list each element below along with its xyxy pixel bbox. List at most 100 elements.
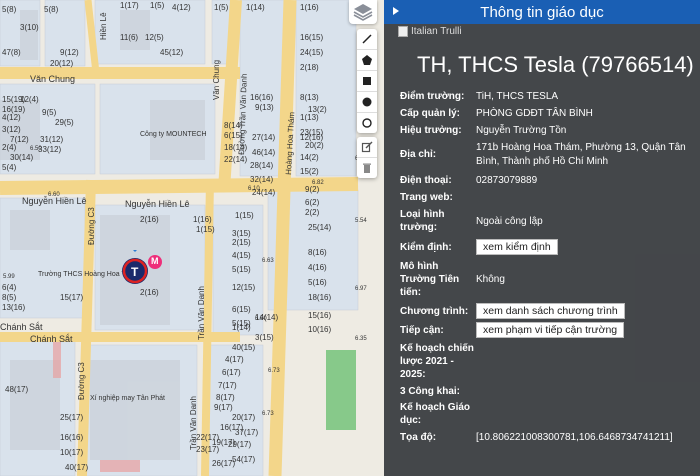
lot-number: 32(14)	[250, 175, 273, 184]
school-marker[interactable]: T M	[119, 246, 163, 290]
spot-height: 6.60	[48, 192, 60, 198]
field-label: Địa chỉ:	[400, 149, 437, 160]
street-label: Đường C3	[77, 362, 86, 400]
view-access-scope-button[interactable]: xem phạm vi tiếp cận trường	[476, 322, 625, 338]
polygon-tool[interactable]	[357, 50, 377, 71]
collapse-arrow-icon[interactable]	[392, 6, 400, 16]
coordinates-value: [10.806221008300781,106.6468734741211]	[476, 432, 673, 443]
lot-number: 4(16)	[308, 263, 327, 272]
lot-number: 9(5)	[42, 108, 57, 117]
lot-number: 27(14)	[252, 133, 275, 142]
school-title: TH, THCS Tesla (79766514)	[417, 52, 694, 77]
edit-tool[interactable]	[357, 137, 377, 158]
field-label: Kế hoạch chiến lược 2021 - 2025:	[400, 343, 474, 380]
lot-number: 8(16)	[308, 248, 327, 257]
field-label: Tiếp cận:	[400, 324, 444, 336]
field-value: Ngoài công lập	[476, 215, 543, 227]
spot-height: 6.50	[30, 146, 42, 152]
field-label: Tọa độ:	[400, 432, 437, 443]
panel-header: Thông tin giáo dục	[384, 0, 700, 24]
lot-number: 2(2)	[305, 208, 320, 217]
lot-number: 3(12)	[2, 125, 21, 134]
spot-height: 6.10	[248, 186, 260, 192]
field-value: TiH, THCS TESLA	[476, 91, 559, 102]
polygon-icon	[362, 55, 372, 65]
lot-number: 6(15)	[224, 131, 243, 140]
lot-number: 15(16)	[308, 311, 331, 320]
lot-number: 16(19)	[2, 105, 25, 114]
street-label: Trần Văn Danh	[197, 286, 206, 340]
lot-number: 20(17)	[232, 413, 255, 422]
lot-number: 18(16)	[308, 293, 331, 302]
lot-number: 46(14)	[252, 148, 275, 157]
lot-number: 30(14)	[10, 153, 33, 162]
layers-button[interactable]	[349, 0, 377, 24]
panel-title: Thông tin giáo dục	[480, 3, 604, 21]
lot-number: 22(14)	[224, 155, 247, 164]
lot-number: 4(12)	[2, 113, 21, 122]
lot-number: 1(15)	[235, 211, 254, 220]
field-value	[476, 191, 696, 204]
edit-icon	[361, 141, 373, 153]
lot-number: 1(5)	[150, 1, 165, 10]
spot-height: 6.50	[255, 316, 267, 322]
field-value	[476, 342, 696, 381]
circle-icon	[362, 97, 372, 107]
circle-marker-tool[interactable]	[357, 113, 377, 133]
polyline-tool[interactable]	[357, 29, 377, 50]
marker-badge: M	[151, 256, 159, 266]
lot-number: 20(2)	[305, 141, 324, 150]
field-value: 171b Hoàng Hoa Thám, Phường 13, Quận Tân…	[476, 142, 686, 167]
street-label: Đường C3	[87, 207, 96, 245]
view-accreditation-button[interactable]: xem kiểm định	[476, 239, 558, 255]
field-label: Điểm trường:	[400, 91, 465, 102]
lot-number: 13(16)	[2, 303, 25, 312]
field-label: Cấp quản lý:	[400, 108, 461, 119]
lot-number: 18(14)	[224, 143, 247, 152]
lot-number: 10(17)	[60, 448, 83, 457]
lot-number: 29(5)	[55, 118, 74, 127]
education-info-panel: Thông tin giáo dục Italian Trulli TH, TH…	[384, 0, 700, 476]
lot-number: 12(4)	[20, 95, 39, 104]
lot-number: 9(13)	[255, 103, 274, 112]
lot-number: 47(8)	[2, 48, 21, 57]
lot-number: 48(17)	[5, 385, 28, 394]
field-label: Hiệu trưởng:	[400, 125, 462, 136]
lot-number: 2(4)	[2, 143, 17, 152]
spot-height: 6.63	[262, 258, 274, 264]
lot-number: 12(16)	[300, 133, 323, 142]
lot-number: 9(17)	[214, 403, 233, 412]
field-value	[476, 385, 696, 398]
lot-number: 9(2)	[305, 185, 320, 194]
school-image-alt: Italian Trulli	[411, 26, 462, 37]
lot-number: 24(15)	[300, 48, 323, 57]
lot-number: 16(16)	[250, 93, 273, 102]
edit-toolbar	[357, 137, 377, 178]
lot-number: 6(2)	[305, 198, 320, 207]
place-label: Xí nghiệp may Tân Phát	[90, 395, 165, 402]
spot-height: 6.82	[312, 180, 324, 186]
spot-height: 6.35	[355, 336, 367, 342]
place-label: Công ty MOUNTECH	[140, 131, 207, 138]
lot-number: 40(15)	[232, 343, 255, 352]
street-label: Văn Chung	[30, 74, 75, 84]
trash-icon	[363, 163, 371, 173]
view-programs-button[interactable]: xem danh sách chương trình	[476, 303, 625, 319]
delete-tool[interactable]	[357, 158, 377, 178]
lot-number: 4(17)	[225, 355, 244, 364]
marker-label: T	[131, 265, 139, 279]
rectangle-tool[interactable]	[357, 71, 377, 92]
lot-number: 4(15)	[232, 251, 251, 260]
lot-number: 12(15)	[232, 283, 255, 292]
field-label: Loại hình trường:	[400, 209, 445, 233]
field-label: Mô hình Trường Tiên tiến:	[400, 261, 460, 298]
field-label: Kế hoạch Giáo dục:	[400, 402, 471, 426]
field-value: 02873079889	[476, 175, 538, 186]
lot-number: 37(17)	[235, 428, 258, 437]
lot-number: 1(16)	[193, 215, 212, 224]
lot-number: 26(17)	[212, 459, 235, 468]
school-image: Italian Trulli	[398, 26, 462, 37]
lot-number: 7(17)	[218, 381, 237, 390]
circle-tool[interactable]	[357, 92, 377, 113]
lot-number: 11(6)	[120, 33, 138, 42]
